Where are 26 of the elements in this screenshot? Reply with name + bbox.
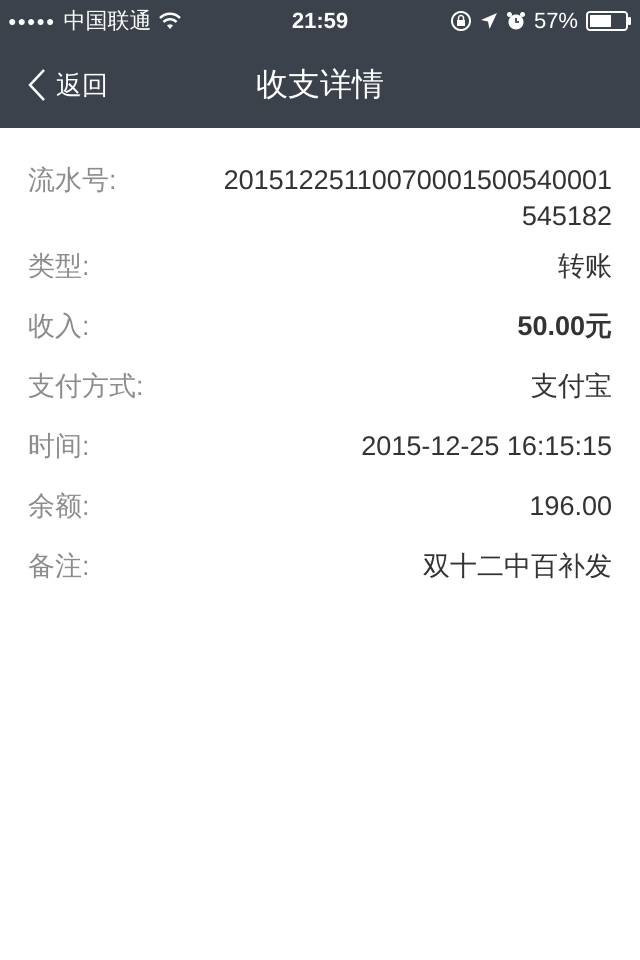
alarm-icon bbox=[506, 11, 526, 31]
field-value: 支付宝 bbox=[531, 370, 612, 403]
field-label: 收入: bbox=[28, 310, 90, 343]
rotation-lock-icon bbox=[450, 10, 472, 32]
battery-icon bbox=[586, 11, 632, 31]
field-label: 余额: bbox=[28, 490, 90, 523]
field-value: 20151225110070001500540001545182 bbox=[222, 164, 612, 233]
battery-percent: 57% bbox=[534, 8, 578, 34]
carrier-name: 中国联通 bbox=[63, 7, 152, 35]
location-icon bbox=[480, 12, 498, 30]
status-time: 21:59 bbox=[292, 8, 348, 34]
page-title: 收支详情 bbox=[256, 65, 384, 104]
field-label: 流水号: bbox=[28, 164, 117, 197]
chevron-left-icon bbox=[28, 68, 46, 102]
field-label: 支付方式: bbox=[28, 370, 144, 403]
field-value: 50.00元 bbox=[517, 310, 612, 343]
field-value: 双十二中百补发 bbox=[423, 550, 612, 583]
field-label: 备注: bbox=[28, 550, 90, 583]
field-value: 转账 bbox=[558, 250, 612, 283]
wifi-icon bbox=[159, 12, 182, 30]
field-value: 2015-12-25 16:15:15 bbox=[361, 430, 612, 463]
field-label: 时间: bbox=[28, 430, 90, 463]
back-button[interactable]: 返回 bbox=[28, 68, 108, 102]
signal-strength: ●●●●● bbox=[8, 13, 56, 29]
field-value: 196.00 bbox=[529, 490, 612, 523]
field-label: 类型: bbox=[28, 250, 90, 283]
